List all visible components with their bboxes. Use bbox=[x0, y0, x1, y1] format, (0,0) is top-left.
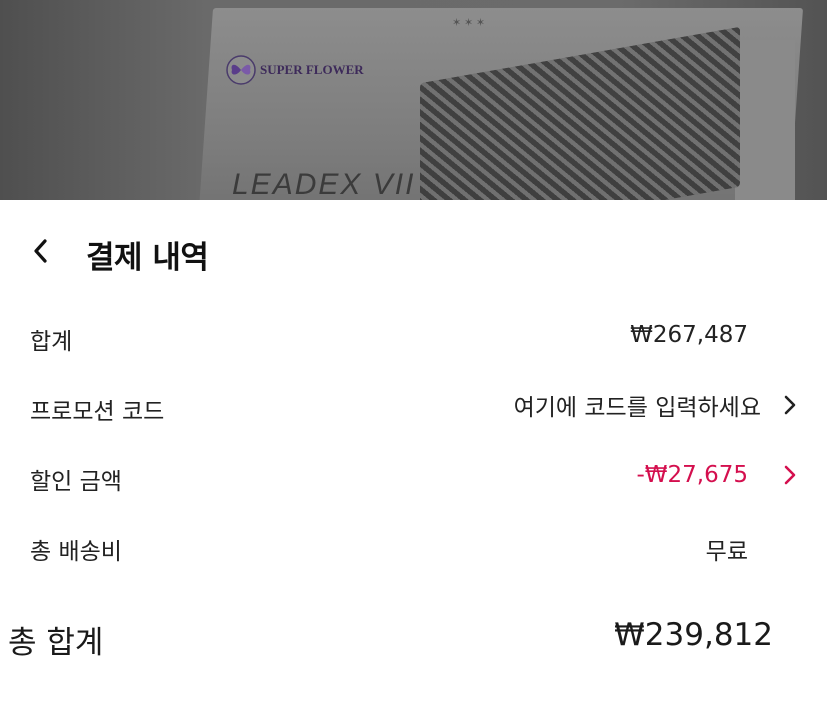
promo-code-label: 프로모션 코드 bbox=[30, 399, 165, 425]
grand-total-label: 총 합계 bbox=[8, 625, 104, 661]
box-top-print: ✶ ✶ ✶ bbox=[452, 17, 486, 29]
page-title: 결제 내역 bbox=[86, 240, 209, 276]
chevron-right-icon bbox=[784, 465, 796, 485]
promo-code-input[interactable] bbox=[441, 392, 761, 424]
back-button[interactable] bbox=[24, 234, 58, 268]
subtotal-value: ₩267,487 bbox=[630, 322, 748, 348]
grand-total-value: ₩239,812 bbox=[614, 617, 773, 653]
product-name-print: LEADEX VII bbox=[232, 168, 416, 200]
brand-logo-text: SUPER FLOWER bbox=[260, 62, 364, 77]
product-box-side bbox=[735, 40, 795, 200]
product-image-banner: ✶ ✶ ✶ SUPER FLOWER LEADEX VII bbox=[0, 0, 827, 200]
discount-detail-button[interactable] bbox=[777, 464, 803, 492]
shipping-label: 총 배송비 bbox=[30, 539, 122, 565]
discount-value: -₩27,675 bbox=[636, 462, 748, 488]
promo-apply-button[interactable] bbox=[777, 394, 803, 422]
shipping-value: 무료 bbox=[705, 539, 748, 565]
discount-label: 할인 금액 bbox=[30, 469, 122, 495]
subtotal-label: 합계 bbox=[30, 329, 73, 355]
chevron-left-icon bbox=[34, 239, 47, 263]
butterfly-icon bbox=[226, 55, 256, 85]
chevron-right-icon bbox=[784, 395, 796, 415]
brand-logo: SUPER FLOWER bbox=[226, 55, 364, 85]
